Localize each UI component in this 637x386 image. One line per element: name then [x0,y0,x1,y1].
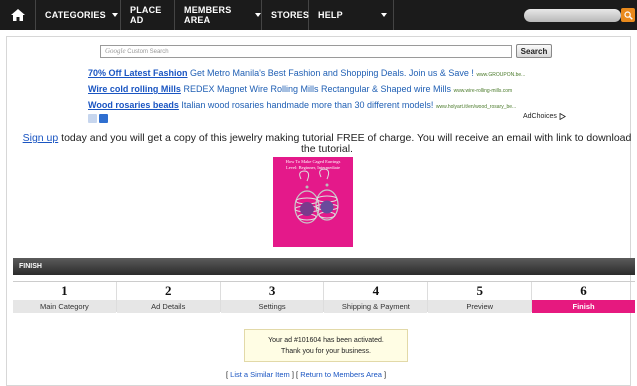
ad-description: Get Metro Manila's Best Fashion and Shop… [190,68,474,78]
nav-help-label: HELP [318,10,343,20]
ad-choices-label: AdChoices [523,113,557,120]
ad-pager [88,114,108,123]
step-label: Main Category [13,300,116,313]
step-label: Shipping & Payment [324,300,428,313]
prev-arrow-icon[interactable] [88,114,97,123]
next-arrow-icon[interactable] [99,114,108,123]
top-nav: CATEGORIES PLACE AD MEMBERS AREA STORES … [0,0,637,30]
custom-search-input[interactable]: Google Custom Search [100,45,512,58]
signup-promo: Sign up today and you will get a copy of… [22,133,632,155]
step-number: 2 [164,283,172,298]
chevron-down-icon [380,13,387,17]
step-settings[interactable]: 3 Settings [220,282,325,313]
nav-place-ad-label: PLACE AD [130,5,162,25]
step-label: Finish [532,300,635,313]
ad-item[interactable]: 70% Off Latest Fashion Get Metro Manila'… [88,68,525,78]
progress-steps: 1 Main Category 2 Ad Details 3 Settings … [13,281,635,313]
magnifier-icon[interactable] [621,8,635,22]
ad-url: www.wire-rolling-mills.com [453,88,513,94]
nav-place-ad[interactable]: PLACE AD [121,0,175,30]
google-logo: Google [105,47,126,55]
step-label: Preview [428,300,532,313]
nav-members-area-label: MEMBERS AREA [184,5,232,25]
step-number: 5 [476,283,483,298]
ad-item[interactable]: Wire cold rolling Mills REDEX Magnet Wir… [88,84,512,94]
step-number: 4 [372,283,380,298]
ad-title[interactable]: Wire cold rolling Mills [88,84,181,94]
chevron-down-icon [111,13,118,17]
ad-item[interactable]: Wood rosaries beads Italian wood rosarie… [88,100,516,110]
activation-notice: Your ad #101604 has been activated. Than… [244,329,408,362]
chevron-down-icon [255,13,261,17]
nav-help[interactable]: HELP [309,0,394,30]
ad-title[interactable]: 70% Off Latest Fashion [88,68,188,78]
step-number: 3 [268,283,276,298]
ad-description: REDEX Magnet Wire Rolling Mills Rectangu… [183,84,452,94]
step-number: 1 [61,283,68,298]
ad-title[interactable]: Wood rosaries beads [88,100,179,110]
home-icon[interactable] [0,0,36,30]
list-similar-item-link[interactable]: List a Similar Item [230,370,290,379]
site-search-input[interactable] [524,9,621,22]
step-shipping-payment[interactable]: 4 Shipping & Payment [324,282,429,313]
nav-categories-label: CATEGORIES [45,10,106,20]
step-main-category[interactable]: 1 Main Category [13,282,117,313]
search-button[interactable]: Search [516,44,552,58]
nav-members-area[interactable]: MEMBERS AREA [175,0,262,30]
earrings-image [294,168,339,224]
tutorial-cover-image[interactable]: How To Make Caged Earrings Level: Beginn… [273,157,353,247]
ad-url: www.holyart.it/en/wood_rosary_be... [435,104,517,110]
step-number: 6 [580,283,587,298]
ad-description: Italian wood rosaries handmade more than… [181,100,434,110]
step-preview[interactable]: 5 Preview [428,282,533,313]
custom-search-placeholder: Custom Search [127,49,169,55]
nav-stores-label: STORES [271,10,310,20]
nav-categories[interactable]: CATEGORIES [36,0,121,30]
notice-line-activated: Your ad #101604 has been activated. [268,337,384,344]
promo-text: today and you will get a copy of this je… [61,132,632,155]
finish-header: FINISH [13,258,635,275]
step-label: Ad Details [116,300,220,313]
signup-link[interactable]: Sign up [23,132,59,144]
step-label: Settings [220,300,324,313]
action-links: [ List a Similar Item ] [ Return to Memb… [226,370,387,379]
step-ad-details[interactable]: 2 Ad Details [116,282,221,313]
ad-choices-icon [559,113,566,120]
step-finish[interactable]: 6 Finish [532,282,635,313]
nav-stores[interactable]: STORES [262,0,309,30]
ad-url: www.GROUPON.be... [476,72,526,78]
notice-line-thanks: Thank you for your business. [281,348,371,355]
ad-choices[interactable]: AdChoices [523,113,566,120]
return-to-members-area-link[interactable]: Return to Members Area [300,370,382,379]
